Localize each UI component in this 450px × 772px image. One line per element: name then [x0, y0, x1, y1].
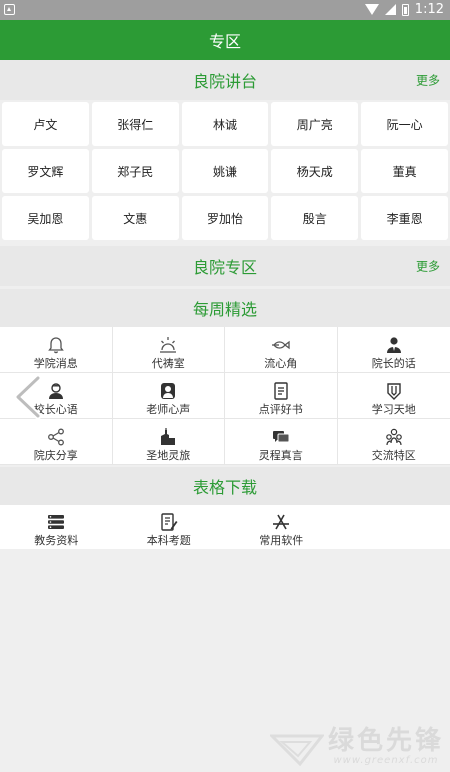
grid-item-label: 院庆分享 [33, 449, 78, 462]
weekly-section-title: 每周精选 [192, 300, 257, 319]
zone-section-header: 良院专区 更多 [0, 246, 450, 286]
watermark: 绿色先锋 www.greenxf.com [269, 720, 444, 766]
lecturer-grid: 卢文 张得仁 林诚 周广亮 阮一心罗文辉 郑子民 姚谦 杨天成 董真吴加恩 文惠 罗加怡 殷言 李重恩 [0, 100, 450, 242]
weekly-item-11[interactable]: 交流特区 [337, 419, 450, 465]
lecturer-item[interactable]: 阮一心 [361, 102, 448, 146]
forms-section-header: 表格下载 [0, 467, 450, 505]
weekly-grid: 学院消息 代祷室 流心角 院长的话 校长心语 老师心声 点评好书 学习天地 院庆分享 圣地灵旅 灵程… [0, 327, 450, 465]
grid-item-label: 本科考题 [146, 534, 191, 547]
page-title-bar: 专区 [0, 20, 450, 60]
lecturer-item[interactable]: 杨天成 [271, 149, 359, 193]
church-icon [161, 428, 176, 445]
weekly-item-0[interactable]: 学院消息 [0, 327, 113, 373]
grid-item-label: 学习天地 [371, 403, 416, 416]
lecture-section-title: 良院讲台 [192, 72, 257, 91]
share-icon [47, 428, 64, 446]
book-icon [274, 382, 288, 400]
grid-item-label: 常用软件 [259, 534, 304, 547]
forms-item-2[interactable]: 常用软件 [225, 505, 338, 549]
lecturer-item[interactable]: 卢文 [2, 102, 89, 146]
chat-icon [272, 431, 290, 443]
document-edit-icon [161, 513, 178, 531]
weekly-item-6[interactable]: 点评好书 [225, 373, 338, 419]
weekly-item-8[interactable]: 院庆分享 [0, 419, 113, 465]
lecturer-item[interactable]: 郑子民 [91, 149, 179, 193]
signal-icon [384, 4, 396, 15]
grid-item-label: 流心角 [264, 357, 298, 370]
status-time: 1:12 [414, 2, 444, 17]
lecturer-item[interactable]: 张得仁 [91, 102, 179, 146]
bell-icon [47, 337, 64, 354]
database-icon [48, 515, 65, 529]
watermark-title: 绿色先锋 [327, 726, 444, 756]
battery-icon [401, 3, 409, 16]
grid-item-label: 代祷室 [151, 357, 185, 370]
weekly-item-10[interactable]: 灵程真言 [225, 419, 338, 465]
forms-grid: 教务资料 本科考题 常用软件 [0, 505, 450, 549]
watermark-url: www.greenxf.com [333, 755, 439, 766]
zone-section-title: 良院专区 [192, 258, 257, 277]
page-title: 专区 [208, 32, 241, 51]
grid-item-label: 点评好书 [258, 403, 303, 416]
notification-icon [4, 4, 15, 15]
grid-item-label: 老师心声 [146, 403, 191, 416]
weekly-item-9[interactable]: 圣地灵旅 [112, 419, 225, 465]
lecturer-item[interactable]: 李重恩 [361, 196, 448, 240]
grid-item-label: 交流特区 [371, 449, 416, 462]
lecture-section-header: 良院讲台 更多 [0, 60, 450, 100]
lecturer-item[interactable]: 董真 [361, 149, 448, 193]
forms-item-0[interactable]: 教务资料 [0, 505, 113, 549]
lecturer-item[interactable]: 林诚 [181, 102, 269, 146]
weekly-item-3[interactable]: 院长的话 [337, 327, 450, 373]
sunrise-icon [160, 337, 177, 353]
grid-item-label: 学院消息 [33, 357, 78, 370]
lecturer-item[interactable]: 殷言 [271, 196, 359, 240]
lecturer-item[interactable]: 罗文辉 [2, 149, 89, 193]
weekly-section-header: 每周精选 [0, 289, 450, 327]
person-tie-icon [386, 337, 401, 353]
wifi-icon [364, 4, 379, 15]
grid-item-label: 教务资料 [34, 534, 79, 547]
lecturer-item[interactable]: 周广亮 [271, 102, 359, 146]
lecturer-item[interactable]: 姚谦 [181, 149, 269, 193]
teacher-icon [161, 383, 176, 399]
appstore-icon [273, 514, 290, 530]
watermark-logo-icon [269, 734, 324, 766]
grid-item-label: 灵程真言 [258, 449, 303, 462]
status-right: 1:12 [364, 2, 444, 17]
zone-more-link[interactable]: 更多 [416, 258, 440, 275]
pencil-badge-icon [387, 383, 401, 400]
lecturer-item[interactable]: 吴加恩 [2, 196, 89, 240]
forms-section-title: 表格下载 [192, 478, 257, 497]
weekly-item-2[interactable]: 流心角 [225, 327, 338, 373]
lecturer-item[interactable]: 文惠 [91, 196, 179, 240]
weekly-item-1[interactable]: 代祷室 [112, 327, 225, 373]
lecture-more-link[interactable]: 更多 [416, 72, 440, 89]
group-icon [385, 428, 402, 446]
weekly-item-5[interactable]: 老师心声 [112, 373, 225, 419]
lecturer-item[interactable]: 罗加怡 [181, 196, 269, 240]
back-arrow-icon[interactable] [12, 374, 46, 420]
grid-item-label: 圣地灵旅 [146, 449, 191, 462]
person-icon [48, 383, 63, 399]
weekly-item-7[interactable]: 学习天地 [337, 373, 450, 419]
fish-icon [271, 340, 290, 350]
forms-item-1[interactable]: 本科考题 [112, 505, 225, 549]
status-bar: 1:12 [0, 0, 450, 20]
grid-item-label: 院长的话 [371, 357, 416, 370]
